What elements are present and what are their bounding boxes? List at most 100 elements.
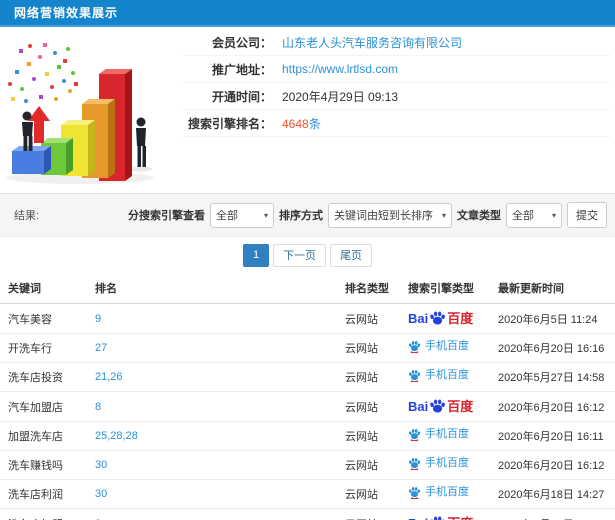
info-row-rank-count-value: 4648条 <box>282 116 321 131</box>
page-header: 网络营销效果展示 <box>0 0 615 27</box>
rank-link[interactable]: 25,28,28 <box>95 430 138 442</box>
mobile-baidu-text: 手机百度 <box>425 340 469 352</box>
rank-cell: 9 <box>87 303 337 334</box>
table-row: 洗车店利润 30 云网站 手机百度 2020年6月18日 14:27 <box>0 479 615 509</box>
info-row-open-time-value: 2020年4月29日 09:13 <box>282 89 399 104</box>
rank-type-cell: 云网站 <box>337 333 400 363</box>
updated-time-cell: 2020年6月20日 16:12 <box>490 450 615 480</box>
submit-button[interactable]: 提交 <box>567 202 607 228</box>
info-row-url-label: 推广地址： <box>211 62 272 77</box>
table-row: 开洗车行 27 云网站 手机百度 2020年6月20日 16:16 <box>0 333 615 363</box>
rank-cell: 27 <box>87 333 337 363</box>
updated-time-cell: 2020年6月20日 16:12 <box>490 391 615 422</box>
updated-time-cell: 2020年6月5日 11:24 <box>490 303 615 334</box>
engine-type-cell: Bai 百度 <box>400 391 490 422</box>
keyword-cell: 洗车赚钱吗 <box>0 450 87 480</box>
updated-time-cell: 2020年6月18日 14:27 <box>490 479 615 509</box>
rank-link[interactable]: 21,26 <box>95 371 123 383</box>
engine-type-cell: 手机百度 <box>400 362 490 392</box>
baidu-paw-icon <box>408 487 421 499</box>
rank-type-cell: 云网站 <box>337 362 400 392</box>
rank-cell: 21,26 <box>87 362 337 392</box>
mobile-baidu-text: 手机百度 <box>425 486 469 498</box>
table-row: 洗车赚钱吗 30 云网站 手机百度 2020年6月20日 16:12 <box>0 450 615 480</box>
article-type-select[interactable]: 全部 ▾ <box>506 202 562 228</box>
baidu-cn-text: 百度 <box>447 399 474 414</box>
updated-time-cell: 2020年5月27日 14:58 <box>490 362 615 392</box>
rank-type-cell: 云网站 <box>337 479 400 509</box>
mobile-baidu-text: 手机百度 <box>425 428 469 440</box>
rank-cell: 30 <box>87 479 337 509</box>
engine-filter-select[interactable]: 全部 ▾ <box>210 202 274 228</box>
mobile-baidu-logo: 手机百度 <box>408 428 469 441</box>
rank-type-cell: 云网站 <box>337 303 400 334</box>
filter-bar: 结果: 分搜索引擎查看 全部 ▾ 排序方式 关键词由短到长排序 ▾ 文章类型 全… <box>0 193 615 237</box>
info-row-url: 推广地址： https://www.lrtlsd.com <box>182 56 611 83</box>
sort-filter-select[interactable]: 关键词由短到长排序 ▾ <box>328 202 452 228</box>
sort-filter-value: 关键词由短到长排序 <box>334 210 433 222</box>
baidu-logo: Bai百度 <box>408 310 473 327</box>
rank-link[interactable]: 30 <box>95 459 107 471</box>
info-row-rank-count: 搜索引擎排名： 4648条 <box>182 110 611 137</box>
table-row: 汽车美容 9 云网站 Bai 百度 2020年6月5日 11:24 <box>0 303 615 334</box>
keyword-cell: 加盟洗车店 <box>0 421 87 451</box>
table-row: 汽车加盟店 8 云网站 Bai 百度 2020年6月20日 16:12 <box>0 391 615 422</box>
chevron-down-icon: ▾ <box>263 210 268 220</box>
bar-chart-illustration <box>0 27 182 193</box>
column-header-rank: 排名 <box>87 273 337 304</box>
chevron-down-icon: ▾ <box>551 210 556 220</box>
updated-time-cell: 2020年6月20日 16:11 <box>490 421 615 451</box>
sort-filter-label: 排序方式 <box>279 210 323 222</box>
baidu-paw-icon <box>430 399 446 413</box>
rank-type-cell: 云网站 <box>337 450 400 480</box>
keyword-cell: 洗车店加盟 <box>0 508 87 520</box>
rank-cell: 3 <box>87 508 337 520</box>
pagination: 1 下一页 尾页 <box>0 237 615 273</box>
rank-link[interactable]: 9 <box>95 313 101 325</box>
rank-link[interactable]: 27 <box>95 342 107 354</box>
engine-type-cell: 手机百度 <box>400 421 490 451</box>
rank-link[interactable]: 30 <box>95 488 107 500</box>
table-row: 加盟洗车店 25,28,28 云网站 手机百度 2020年6月20日 16:11 <box>0 421 615 451</box>
keyword-cell: 洗车店利润 <box>0 479 87 509</box>
column-header-rank-type: 排名类型 <box>337 273 400 304</box>
baidu-logo: Bai百度 <box>408 398 473 415</box>
filter-controls: 分搜索引擎查看 全部 ▾ 排序方式 关键词由短到长排序 ▾ 文章类型 全部 ▾ … <box>128 202 607 228</box>
confetti-dots <box>8 43 78 103</box>
article-type-filter-label: 文章类型 <box>457 210 501 222</box>
last-page-button[interactable]: 尾页 <box>330 243 373 267</box>
info-row-rank-count-label: 搜索引擎排名： <box>187 116 272 131</box>
baidu-paw-icon <box>408 370 421 382</box>
info-row-company: 会员公司： 山东老人头汽车服务咨询有限公司 <box>182 29 611 56</box>
column-header-updated: 最新更新时间 <box>490 273 615 304</box>
mobile-baidu-text: 手机百度 <box>425 457 469 469</box>
mobile-baidu-text: 手机百度 <box>425 369 469 381</box>
results-label: 结果: <box>14 210 40 222</box>
keyword-cell: 洗车店投资 <box>0 362 87 392</box>
baidu-paw-icon <box>430 311 446 325</box>
baidu-logo: Bai百度 <box>408 515 473 520</box>
page-1-button[interactable]: 1 <box>242 243 270 267</box>
next-page-button[interactable]: 下一页 <box>273 243 327 267</box>
updated-time-cell: 2020年6月20日 16:16 <box>490 333 615 363</box>
info-section: 会员公司： 山东老人头汽车服务咨询有限公司推广地址： https://www.lrt… <box>0 27 615 193</box>
baidu-paw-icon <box>430 516 446 520</box>
rank-cell: 30 <box>87 450 337 480</box>
article-type-value: 全部 <box>512 210 534 222</box>
baidu-latin-text: Bai <box>408 311 429 326</box>
chevron-down-icon: ▾ <box>441 210 446 220</box>
rank-link[interactable]: 8 <box>95 401 101 413</box>
info-row-open-time-label: 开通时间： <box>211 89 272 104</box>
results-table: 关键词 排名 排名类型 搜索引擎类型 最新更新时间 汽车美容 9 云网站 Bai 百度 2020年… <box>0 273 615 520</box>
info-row-open-time: 开通时间： 2020年4月29日 09:13 <box>182 83 611 110</box>
info-row-company-value[interactable]: 山东老人头汽车服务咨询有限公司 <box>282 34 462 51</box>
keyword-cell: 汽车加盟店 <box>0 391 87 422</box>
engine-type-cell: 手机百度 <box>400 333 490 363</box>
engine-type-cell: Bai 百度 <box>400 303 490 334</box>
table-header-row: 关键词 排名 排名类型 搜索引擎类型 最新更新时间 <box>0 273 615 304</box>
table-row: 洗车店加盟3云网站 Bai百度 2020年6月18日 14:30 <box>0 508 615 520</box>
engine-type-cell: 手机百度 <box>400 479 490 509</box>
info-row-url-value[interactable]: https://www.lrtlsd.com <box>282 62 398 76</box>
keyword-cell: 开洗车行 <box>0 333 87 363</box>
mobile-baidu-logo: 手机百度 <box>408 340 469 353</box>
